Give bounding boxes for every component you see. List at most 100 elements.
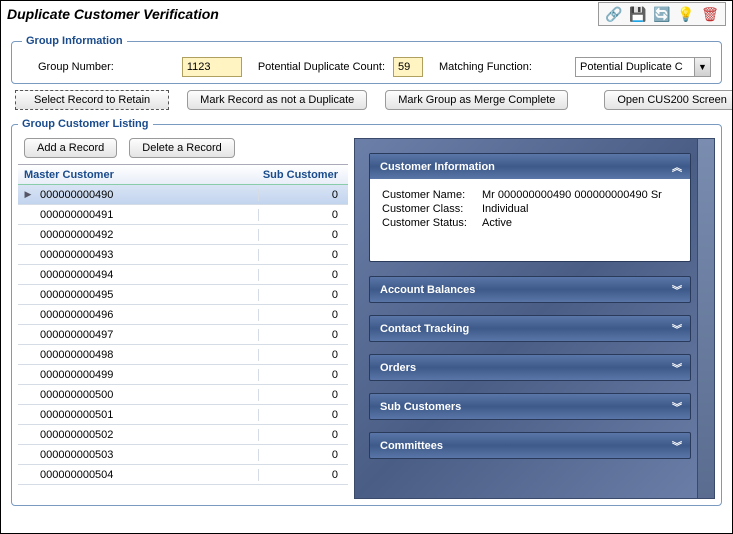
group-info-legend: Group Information (22, 35, 127, 47)
table-row[interactable]: 0000000004990 (18, 365, 348, 385)
table-row[interactable]: 0000000005040 (18, 465, 348, 485)
sub-customer-cell: 0 (258, 469, 348, 481)
delete-record-button[interactable]: Delete a Record (129, 138, 235, 158)
group-information-fieldset: Group Information Group Number: Potentia… (11, 35, 722, 84)
matching-fn-select[interactable]: ▼ (575, 57, 711, 77)
matching-fn-value[interactable] (576, 58, 694, 76)
sub-customer-cell: 0 (258, 369, 348, 381)
master-customer-cell: 000000000494 (38, 269, 258, 281)
select-record-retain-button[interactable]: Select Record to Retain (15, 90, 169, 110)
sub-customer-cell: 0 (258, 349, 348, 361)
table-row[interactable]: 0000000004920 (18, 225, 348, 245)
group-customer-listing-fieldset: Group Customer Listing Add a Record Dele… (11, 118, 722, 506)
master-customer-cell: 000000000496 (38, 309, 258, 321)
row-indicator-icon: ▶ (18, 189, 38, 200)
group-info-row: Group Number: Potential Duplicate Count:… (22, 57, 711, 77)
account-balances-label: Account Balances (380, 284, 475, 296)
orders-panel[interactable]: Orders ︾ (369, 354, 691, 381)
table-row[interactable]: 0000000005000 (18, 385, 348, 405)
master-customer-cell: 000000000495 (38, 289, 258, 301)
sub-customer-cell: 0 (258, 209, 348, 221)
group-number-input[interactable] (182, 57, 242, 77)
cust-status-value: Active (482, 217, 512, 229)
sub-customer-cell: 0 (258, 269, 348, 281)
master-customer-cell: 000000000501 (38, 409, 258, 421)
chevron-down-icon: ︾ (672, 282, 680, 297)
cust-name-value: Mr 000000000490 000000000490 Sr (482, 189, 662, 201)
sub-customer-cell: 0 (258, 189, 348, 201)
sub-customer-cell: 0 (258, 249, 348, 261)
sub-customer-cell: 0 (258, 229, 348, 241)
sub-customer-cell: 0 (258, 329, 348, 341)
toolbar: 🔗 💾 🔄 💡 🗑 (598, 2, 726, 26)
cust-class-label: Customer Class: (382, 203, 482, 215)
chevron-down-icon[interactable]: ▼ (694, 58, 710, 76)
customer-information-panel: Customer Information ︽ Customer Name: Mr… (369, 153, 691, 262)
help-icon[interactable]: 💡 (677, 5, 695, 23)
refresh-icon[interactable]: 🔄 (653, 5, 671, 23)
master-customer-cell: 000000000500 (38, 389, 258, 401)
col-sub-header[interactable]: Sub Customer (258, 169, 348, 181)
table-row[interactable]: 0000000004950 (18, 285, 348, 305)
sub-customers-panel[interactable]: Sub Customers ︾ (369, 393, 691, 420)
table-row[interactable]: 0000000004930 (18, 245, 348, 265)
contact-tracking-panel[interactable]: Contact Tracking ︾ (369, 315, 691, 342)
chevron-down-icon: ︾ (672, 321, 680, 336)
master-customer-cell: 000000000491 (38, 209, 258, 221)
table-row[interactable]: 0000000004970 (18, 325, 348, 345)
cust-class-value: Individual (482, 203, 528, 215)
chevron-down-icon: ︾ (672, 438, 680, 453)
master-customer-cell: 000000000493 (38, 249, 258, 261)
group-number-label: Group Number: (38, 61, 114, 73)
titlebar: Duplicate Customer Verification 🔗 💾 🔄 💡 … (1, 1, 732, 27)
matching-fn-label: Matching Function: (439, 61, 532, 73)
master-customer-cell: 000000000503 (38, 449, 258, 461)
dup-count-input[interactable] (393, 57, 423, 77)
chevron-down-icon: ︾ (672, 399, 680, 414)
table-row[interactable]: 0000000005020 (18, 425, 348, 445)
contact-tracking-label: Contact Tracking (380, 323, 469, 335)
listing-legend: Group Customer Listing (18, 118, 153, 130)
sub-customer-cell: 0 (258, 309, 348, 321)
cust-name-label: Customer Name: (382, 189, 482, 201)
sub-customers-label: Sub Customers (380, 401, 461, 413)
master-customer-cell: 000000000504 (38, 469, 258, 481)
col-master-header[interactable]: Master Customer (18, 169, 258, 181)
table-row[interactable]: 0000000004940 (18, 265, 348, 285)
master-customer-cell: 000000000497 (38, 329, 258, 341)
delete-icon[interactable]: 🗑 (701, 5, 719, 23)
grid-header: Master Customer Sub Customer (18, 165, 348, 185)
master-customer-cell: 000000000490 (38, 189, 258, 201)
sub-customer-cell: 0 (258, 389, 348, 401)
table-row[interactable]: 0000000004910 (18, 205, 348, 225)
sub-customer-cell: 0 (258, 449, 348, 461)
add-record-button[interactable]: Add a Record (24, 138, 117, 158)
customer-info-title: Customer Information (380, 161, 495, 173)
app-window: Duplicate Customer Verification 🔗 💾 🔄 💡 … (0, 0, 733, 534)
table-row[interactable]: 0000000004960 (18, 305, 348, 325)
table-row[interactable]: ▶0000000004900 (18, 185, 348, 205)
mark-not-duplicate-button[interactable]: Mark Record as not a Duplicate (187, 90, 367, 110)
mark-merge-complete-button[interactable]: Mark Group as Merge Complete (385, 90, 568, 110)
table-row[interactable]: 0000000004980 (18, 345, 348, 365)
account-balances-panel[interactable]: Account Balances ︾ (369, 276, 691, 303)
save-icon[interactable]: 💾 (629, 5, 647, 23)
open-cus200-button[interactable]: Open CUS200 Screen (604, 90, 733, 110)
cust-status-label: Customer Status: (382, 217, 482, 229)
master-customer-cell: 000000000498 (38, 349, 258, 361)
master-customer-cell: 000000000499 (38, 369, 258, 381)
orders-label: Orders (380, 362, 416, 374)
table-row[interactable]: 0000000005010 (18, 405, 348, 425)
sub-customer-cell: 0 (258, 429, 348, 441)
actions-row: Select Record to Retain Mark Record as n… (1, 90, 732, 114)
link-icon[interactable]: 🔗 (605, 5, 623, 23)
detail-pane: Customer Information ︽ Customer Name: Mr… (354, 138, 715, 499)
chevron-down-icon: ︾ (672, 360, 680, 375)
table-row[interactable]: 0000000005030 (18, 445, 348, 465)
committees-panel[interactable]: Committees ︾ (369, 432, 691, 459)
customer-info-header[interactable]: Customer Information ︽ (370, 154, 690, 179)
detail-scrollbar[interactable] (697, 139, 714, 498)
master-customer-cell: 000000000502 (38, 429, 258, 441)
page-title: Duplicate Customer Verification (7, 6, 219, 22)
dup-count-label: Potential Duplicate Count: (258, 61, 385, 73)
